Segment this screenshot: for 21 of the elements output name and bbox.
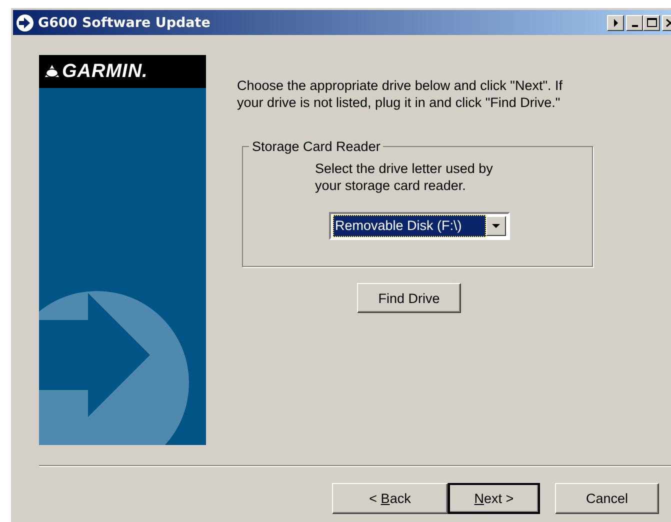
arrow-button[interactable]: [607, 14, 624, 30]
maximize-icon: [646, 18, 656, 27]
drive-dropdown[interactable]: Removable Disk (F:\): [329, 212, 510, 240]
wizard-button[interactable]: Next >: [448, 483, 540, 514]
caret-icon: [492, 224, 500, 228]
play-icon: [612, 18, 620, 26]
find-drive-button[interactable]: Find Drive: [357, 283, 461, 313]
minimize-button[interactable]: [626, 14, 643, 30]
minimize-icon: [632, 24, 638, 26]
logo-icon: [44, 64, 60, 78]
wizard-button[interactable]: < Back: [332, 483, 448, 514]
wizard-button[interactable]: Cancel: [555, 483, 659, 514]
group-title: Storage Card Reader: [251, 139, 382, 154]
dropdown-value: Removable Disk (F:\): [333, 215, 486, 237]
arrow-circle-icon: [16, 14, 34, 32]
maximize-button[interactable]: [643, 14, 660, 30]
instruction-text: Choose the appropriate drive below and click "Next". If your drive is not listed, plug it in and click "Find Drive.": [237, 77, 564, 111]
prompt-text: Select the drive letter used by your storage card reader.: [315, 160, 494, 194]
logo-text: GARMIN.: [62, 60, 148, 82]
dropdown-button[interactable]: [486, 216, 506, 236]
window-title: G600 Software Update: [38, 14, 212, 30]
